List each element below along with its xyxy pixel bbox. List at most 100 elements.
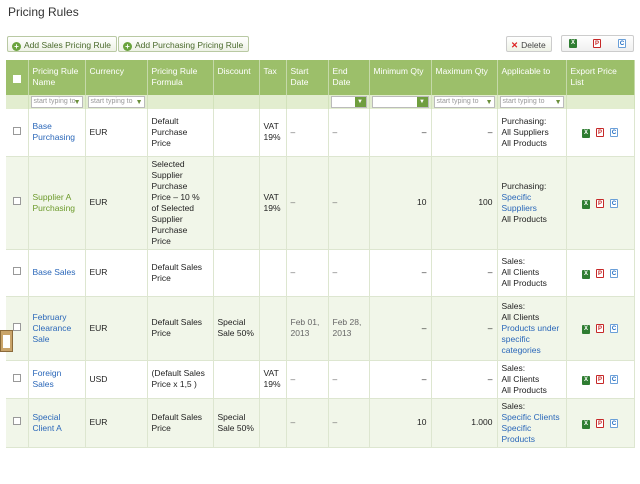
currency-cell: EUR — [85, 249, 148, 297]
rule-name-link[interactable]: Base Sales — [33, 267, 76, 277]
filter-icon: ▼ — [135, 99, 143, 106]
start-date-cell: – — [286, 398, 329, 448]
pdf-icon[interactable]: P — [596, 418, 604, 428]
min-qty-cell: 10 — [369, 156, 432, 250]
filter-start-date-select[interactable]: ▼ — [330, 96, 367, 108]
add-purchasing-pricing-rule-button[interactable]: + Add Purchasing Pricing Rule — [118, 36, 250, 52]
applicable-type: Sales: — [501, 300, 526, 311]
header-row: Pricing Rule Name Currency Pricing Rule … — [6, 60, 635, 95]
row-checkbox[interactable] — [12, 267, 21, 275]
rule-name-link[interactable]: February Clearance Sale — [33, 312, 72, 344]
discount-cell: Special Sale 50% — [213, 398, 260, 448]
excel-icon[interactable]: X — [569, 39, 577, 48]
applicable-type: Sales: — [501, 400, 526, 411]
applicable-value: All Products — [501, 278, 547, 288]
currency-cell: USD — [85, 360, 148, 399]
currency-cell: EUR — [85, 398, 148, 448]
table-row: Base Purchasing EUR Default Purchase Price… — [6, 109, 635, 157]
excel-icon[interactable]: X — [582, 376, 590, 385]
rule-name-link[interactable]: Supplier A Purchasing — [33, 192, 76, 213]
export-cell: XPC — [566, 360, 635, 399]
start-date-cell: – — [286, 360, 329, 399]
select-all-cell — [6, 60, 29, 95]
row-checkbox[interactable] — [12, 373, 21, 382]
pdf-icon[interactable]: P — [593, 39, 601, 48]
applicable-cell: Purchasing: Specific Suppliers All Product… — [497, 156, 567, 250]
filter-max-qty-input[interactable]: start typing to ▼ — [499, 96, 564, 108]
applicable-type: Sales: — [501, 256, 526, 266]
row-checkbox[interactable] — [12, 322, 21, 331]
rule-name-link[interactable]: Base Purchasing — [33, 121, 76, 142]
applicable-link[interactable]: Specific Products — [502, 423, 536, 444]
pdf-icon[interactable]: P — [596, 268, 604, 278]
col-header-currency[interactable]: Currency — [85, 60, 148, 95]
table-row: Supplier A Purchasing EUR Selected Supplie… — [6, 156, 635, 250]
formula-cell: Default Sales Price — [147, 249, 214, 297]
start-date-cell: – — [286, 249, 329, 297]
tax-cell: VAT 19% — [259, 109, 287, 157]
applicable-cell: Purchasing: All Suppliers All Products — [497, 109, 567, 157]
delete-icon: ✕ — [511, 40, 519, 50]
start-date-cell: – — [286, 109, 329, 157]
applicable-value: All Products — [501, 213, 547, 224]
col-header-end-date[interactable]: End Date — [328, 60, 370, 95]
filter-name-input[interactable]: start typing to ▼ — [30, 96, 83, 108]
min-qty-cell: – — [369, 296, 432, 361]
end-date-cell: – — [328, 360, 370, 399]
select-all-checkbox[interactable] — [12, 75, 21, 83]
pdf-icon[interactable]: P — [596, 324, 604, 333]
row-checkbox[interactable] — [12, 197, 21, 205]
col-header-start-date[interactable]: Start Date — [286, 60, 329, 95]
filter-end-date-select[interactable]: ▼ — [371, 96, 429, 108]
csv-icon[interactable]: C — [610, 418, 618, 428]
excel-icon[interactable]: X — [582, 325, 590, 334]
pdf-icon[interactable]: P — [596, 375, 604, 384]
excel-icon[interactable]: X — [582, 199, 590, 209]
filter-row: start typing to ▼ start typing to ▼ ▼ ▼ st… — [6, 95, 635, 109]
formula-cell: Default Purchase Price — [147, 109, 214, 157]
col-header-tax[interactable]: Tax — [259, 60, 287, 95]
tax-cell: VAT 19% — [259, 360, 287, 399]
discount-cell — [213, 360, 260, 399]
csv-icon[interactable]: C — [618, 39, 626, 48]
page-title: Pricing Rules — [8, 5, 79, 19]
row-checkbox[interactable] — [12, 417, 21, 425]
row-checkbox[interactable] — [12, 126, 21, 135]
currency-cell: EUR — [85, 296, 148, 361]
col-header-name[interactable]: Pricing Rule Name — [28, 60, 86, 95]
add-sales-pricing-rule-button[interactable]: + Add Sales Pricing Rule — [7, 36, 117, 52]
rule-name-link[interactable]: Foreign Sales — [33, 368, 62, 389]
col-header-min-qty[interactable]: Minimum Qty — [369, 60, 432, 95]
formula-cell: Selected Supplier Purchase Price – 10 % … — [147, 156, 214, 250]
delete-button[interactable]: ✕ Delete — [506, 36, 552, 52]
csv-icon[interactable]: C — [610, 268, 618, 278]
applicable-link[interactable]: Products under specific categories — [502, 323, 560, 355]
applicable-value: All Products — [501, 384, 547, 395]
applicable-cell: Sales: All Clients Products under specific… — [497, 296, 567, 361]
export-cell: XPC — [566, 296, 635, 361]
col-header-max-qty[interactable]: Maximum Qty — [431, 60, 498, 95]
applicable-cell: Sales: All Clients All Products — [497, 360, 567, 399]
csv-icon[interactable]: C — [610, 375, 618, 384]
excel-icon[interactable]: X — [582, 129, 590, 139]
pdf-icon[interactable]: P — [596, 198, 604, 208]
csv-icon[interactable]: C — [610, 324, 618, 333]
excel-icon[interactable]: X — [582, 419, 590, 429]
discount-cell — [213, 249, 260, 297]
applicable-link[interactable]: Specific Clients — [502, 412, 560, 422]
applicable-link[interactable]: Specific Suppliers — [502, 192, 537, 213]
csv-icon[interactable]: C — [610, 128, 618, 138]
clipboard-icon[interactable] — [0, 330, 13, 352]
col-header-formula[interactable]: Pricing Rule Formula — [147, 60, 214, 95]
csv-icon[interactable]: C — [610, 198, 618, 208]
col-header-discount[interactable]: Discount — [213, 60, 260, 95]
filter-min-qty-input[interactable]: start typing to ▼ — [433, 96, 495, 108]
excel-icon[interactable]: X — [582, 269, 590, 279]
export-cell: XPC — [566, 109, 635, 157]
filter-currency-input[interactable]: start typing to ▼ — [87, 96, 145, 108]
pdf-icon[interactable]: P — [596, 128, 604, 138]
col-header-applicable[interactable]: Applicable to — [497, 60, 567, 95]
discount-cell — [213, 156, 260, 250]
rule-name-link[interactable]: Special Client A — [33, 412, 62, 433]
max-qty-cell: – — [431, 360, 498, 399]
